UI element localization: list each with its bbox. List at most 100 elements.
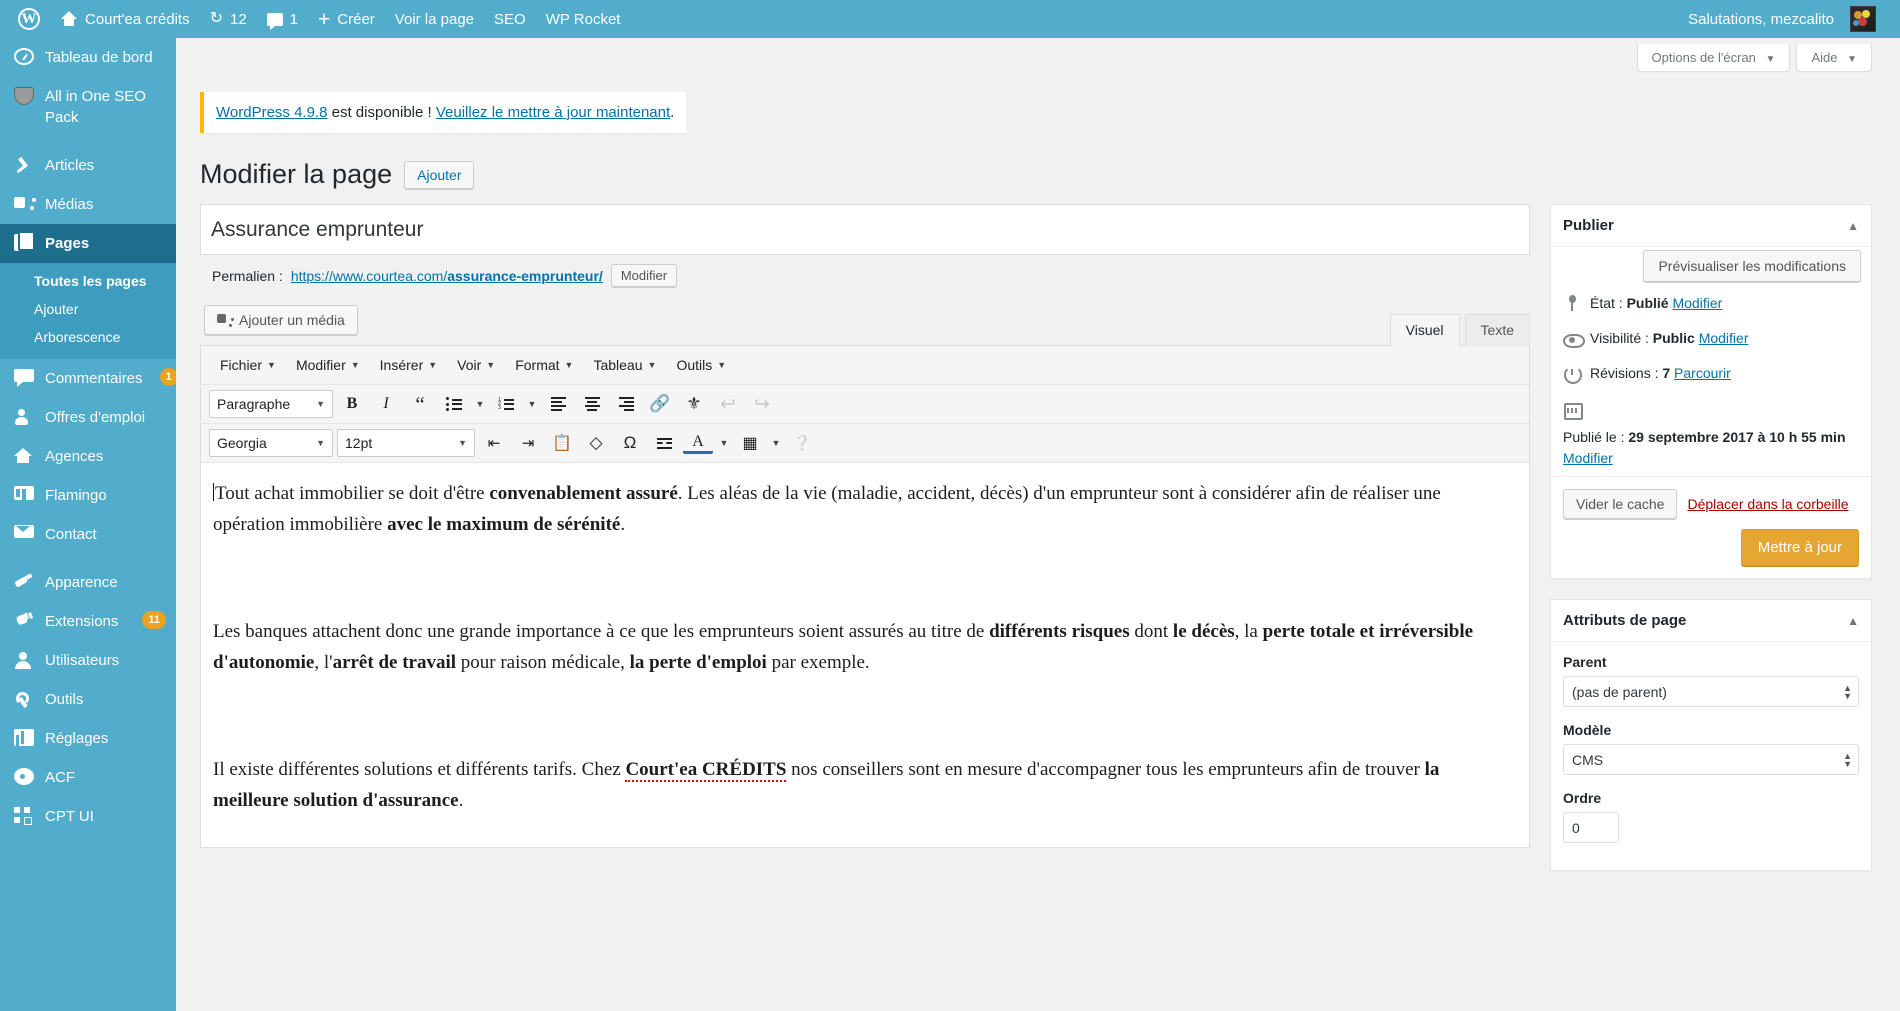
attributes-metabox-header: Attributs de page ▲ <box>1551 600 1871 643</box>
sidebar-item-dashboard[interactable]: Tableau de bord <box>0 38 176 77</box>
browse-revisions-link[interactable]: Parcourir <box>1674 365 1731 381</box>
insert-read-more-icon[interactable] <box>649 429 679 457</box>
parent-label: Parent <box>1563 654 1607 671</box>
eye-icon <box>1563 330 1585 349</box>
visibility-label: Visibilité : <box>1590 330 1649 347</box>
menu-fichier[interactable]: Fichier ▼ <box>211 353 285 377</box>
screen-options-button[interactable]: Options de l'écran ▼ <box>1636 44 1791 72</box>
clear-cache-button[interactable]: Vider le cache <box>1563 489 1678 520</box>
sidebar-item-reglages[interactable]: Réglages <box>0 719 176 758</box>
align-left-icon[interactable] <box>543 390 573 418</box>
post-title-input[interactable] <box>200 204 1530 256</box>
edit-date-link[interactable]: Modifier <box>1563 450 1613 466</box>
submenu-item-all-pages[interactable]: Toutes les pages <box>0 267 176 295</box>
text-color-icon[interactable]: A <box>683 432 713 455</box>
p2-text-a: Les banques attachent donc une grande im… <box>213 621 990 643</box>
submenu-item-add-page[interactable]: Ajouter <box>0 295 176 323</box>
help-button[interactable]: Aide ▼ <box>1796 44 1872 72</box>
menu-format[interactable]: Format ▼ <box>506 353 582 377</box>
tab-visual[interactable]: Visuel <box>1389 314 1460 347</box>
menu-voir[interactable]: Voir ▼ <box>448 353 504 377</box>
italic-icon[interactable]: I <box>371 390 401 418</box>
align-right-icon[interactable] <box>611 390 641 418</box>
update-button[interactable]: Mettre à jour <box>1740 529 1859 567</box>
comments-menu[interactable]: 1 <box>257 0 308 38</box>
tab-text[interactable]: Texte <box>1464 314 1530 347</box>
permalink-base: https://www.courtea.com/ <box>290 267 448 284</box>
site-name-menu[interactable]: Court'ea crédits <box>50 0 200 38</box>
sidebar-item-flamingo[interactable]: Flamingo <box>0 476 176 515</box>
new-content-menu[interactable]: + Créer <box>308 0 385 38</box>
avatar <box>1850 6 1876 32</box>
special-character-icon[interactable]: Ω <box>615 429 645 457</box>
permalink-link[interactable]: https://www.courtea.com/assurance-emprun… <box>291 268 603 284</box>
edit-visibility-link[interactable]: Modifier <box>1699 330 1749 346</box>
sidebar-item-extensions[interactable]: Extensions 11 <box>0 602 176 641</box>
increase-indent-icon[interactable]: ⇥ <box>513 429 543 457</box>
template-select[interactable]: CMS <box>1563 744 1859 776</box>
chevron-up-icon[interactable]: ▲ <box>1847 219 1859 233</box>
keyboard-shortcuts-icon[interactable]: ❔ <box>787 429 817 457</box>
sidebar-item-commentaires[interactable]: Commentaires 1 <box>0 359 176 398</box>
blockquote-icon[interactable]: “ <box>405 390 435 418</box>
sidebar-item-contact[interactable]: Contact <box>0 515 176 554</box>
add-new-page-button[interactable]: Ajouter <box>404 160 475 189</box>
undo-icon[interactable]: ↩ <box>713 390 743 418</box>
numbered-list-icon[interactable]: 123 <box>491 390 521 418</box>
move-to-trash-link[interactable]: Déplacer dans la corbeille <box>1687 496 1848 512</box>
add-media-button[interactable]: Ajouter un média <box>204 305 358 336</box>
clear-formatting-icon[interactable]: ◇ <box>581 429 611 457</box>
sidebar-item-utilisateurs[interactable]: Utilisateurs <box>0 641 176 680</box>
sidebar-item-agences[interactable]: Agences <box>0 437 176 476</box>
wordpress-version-link[interactable]: WordPress 4.9.8 <box>216 104 327 121</box>
sidebar-item-cpt-ui[interactable]: CPT UI <box>0 797 176 836</box>
font-size-select[interactable]: 12pt ▼ <box>337 429 475 458</box>
table-options-icon[interactable]: ▼ <box>769 429 783 457</box>
remove-link-icon[interactable]: ⚜ <box>679 390 709 418</box>
sidebar-item-articles[interactable]: Articles <box>0 146 176 185</box>
numbered-list-options-icon[interactable]: ▼ <box>525 390 539 418</box>
view-page-link[interactable]: Voir la page <box>385 0 484 38</box>
updates-menu[interactable]: ↻ 12 <box>200 0 257 38</box>
seo-menu[interactable]: SEO <box>484 0 536 38</box>
edit-permalink-button[interactable]: Modifier <box>610 264 678 288</box>
preview-changes-button[interactable]: Prévisualiser les modifications <box>1643 250 1861 283</box>
decrease-indent-icon[interactable]: ⇤ <box>479 429 509 457</box>
text-color-options-icon[interactable]: ▼ <box>717 429 731 457</box>
menu-tableau[interactable]: Tableau ▼ <box>584 353 665 377</box>
wp-rocket-menu[interactable]: WP Rocket <box>536 0 631 38</box>
redo-icon[interactable]: ↪ <box>747 390 777 418</box>
sidebar-item-offres-demploi[interactable]: Offres d'emploi <box>0 398 176 437</box>
menu-inserer[interactable]: Insérer ▼ <box>371 353 447 377</box>
chevron-up-icon[interactable]: ▲ <box>1847 614 1859 628</box>
editor-content-area[interactable]: Tout achat immobilier se doit d'être con… <box>201 463 1529 847</box>
bulleted-list-options-icon[interactable]: ▼ <box>473 390 487 418</box>
wp-logo-menu[interactable]: W <box>8 0 50 38</box>
my-account-menu[interactable]: Salutations, mezcalito <box>1678 0 1886 38</box>
sidebar-item-outils[interactable]: Outils <box>0 680 176 719</box>
comments-badge: 1 <box>159 368 176 386</box>
sidebar-item-apparence[interactable]: Apparence <box>0 563 176 602</box>
submenu-item-tree[interactable]: Arborescence <box>0 323 176 351</box>
parent-select[interactable]: (pas de parent) <box>1563 676 1859 708</box>
edit-status-link[interactable]: Modifier <box>1672 295 1722 311</box>
bold-icon[interactable]: B <box>337 390 367 418</box>
sidebar-item-pages[interactable]: Pages <box>0 224 176 263</box>
menu-outils[interactable]: Outils ▼ <box>667 353 735 377</box>
menu-modifier[interactable]: Modifier ▼ <box>287 353 369 377</box>
update-now-link[interactable]: Veuillez le mettre à jour maintenant <box>436 104 670 121</box>
table-icon[interactable]: ▦ <box>735 429 765 457</box>
mail-icon <box>14 525 34 538</box>
bulleted-list-icon[interactable] <box>439 390 469 418</box>
p1-text-d: avec le maximum de sérénité <box>387 514 621 536</box>
order-input[interactable] <box>1563 812 1619 844</box>
insert-link-icon[interactable]: 🔗 <box>645 390 675 418</box>
paste-as-text-icon[interactable]: 📋 <box>547 429 577 457</box>
sidebar-item-acf[interactable]: ACF <box>0 758 176 797</box>
align-center-icon[interactable] <box>577 390 607 418</box>
format-select[interactable]: Paragraphe ▼ <box>209 390 333 419</box>
sidebar-item-all-in-one-seo-pack[interactable]: All in One SEO Pack <box>0 77 176 137</box>
font-family-select[interactable]: Georgia ▼ <box>209 429 333 458</box>
menu-label: Voir <box>457 357 482 374</box>
sidebar-item-medias[interactable]: Médias <box>0 185 176 224</box>
